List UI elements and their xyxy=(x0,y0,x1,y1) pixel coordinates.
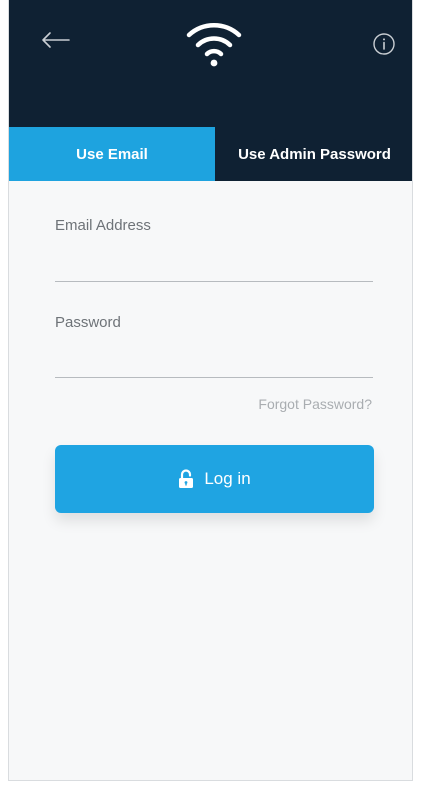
back-button[interactable] xyxy=(37,24,73,56)
info-icon[interactable] xyxy=(372,32,396,56)
forgot-password-link[interactable]: Forgot Password? xyxy=(258,396,372,412)
login-button[interactable]: Log in xyxy=(55,445,374,513)
password-underline xyxy=(55,377,373,378)
email-underline xyxy=(55,281,373,282)
tab-use-email[interactable]: Use Email xyxy=(9,127,215,181)
email-label: Email Address xyxy=(55,217,151,234)
tab-label: Use Admin Password xyxy=(238,145,391,163)
login-button-label: Log in xyxy=(204,469,251,488)
tab-label: Use Email xyxy=(76,145,148,163)
tab-use-admin-password[interactable]: Use Admin Password xyxy=(215,127,412,181)
wifi-icon xyxy=(186,23,242,67)
email-field[interactable] xyxy=(55,249,377,281)
password-label: Password xyxy=(55,314,121,331)
back-arrow-icon xyxy=(42,32,70,48)
password-field[interactable] xyxy=(55,345,377,377)
login-method-tabs: Use Email Use Admin Password xyxy=(9,127,412,181)
app-screen: Use Email Use Admin Password Email Addre… xyxy=(8,0,413,781)
unlock-icon xyxy=(179,469,194,488)
